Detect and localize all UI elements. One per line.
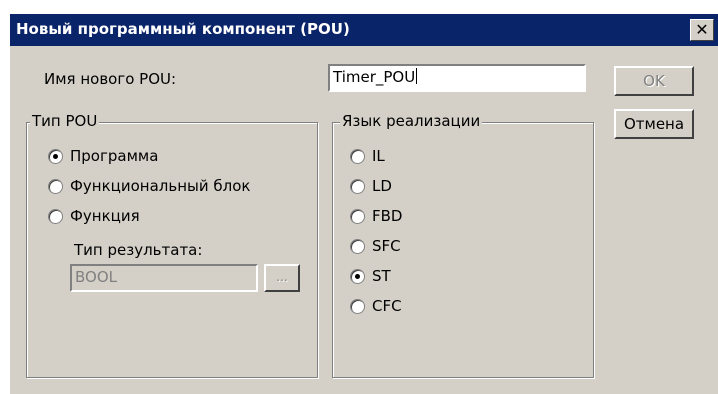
language-legend: Язык реализации xyxy=(340,112,483,130)
result-type-input: BOOL xyxy=(70,264,258,292)
radio-program-button[interactable] xyxy=(48,148,63,164)
radio-lang-fbd-label: FBD xyxy=(372,207,403,225)
radio-lang-st[interactable]: ST xyxy=(350,267,391,285)
cancel-button-label: Отмена xyxy=(623,115,685,133)
radio-function-block-button[interactable] xyxy=(48,178,63,194)
radio-lang-st-button[interactable] xyxy=(350,268,365,284)
radio-lang-il[interactable]: IL xyxy=(350,147,385,165)
radio-function-block[interactable]: Функциональный блок xyxy=(48,177,250,195)
radio-function-label: Функция xyxy=(70,207,140,225)
radio-function[interactable]: Функция xyxy=(48,207,140,225)
cancel-button[interactable]: Отмена xyxy=(614,109,694,139)
pou-name-value: Timer_POU xyxy=(333,68,416,86)
radio-lang-sfc-label: SFC xyxy=(372,237,401,255)
radio-lang-cfc-button[interactable] xyxy=(350,298,365,314)
radio-lang-sfc[interactable]: SFC xyxy=(350,237,401,255)
radio-lang-cfc[interactable]: CFC xyxy=(350,297,402,315)
radio-function-block-label: Функциональный блок xyxy=(70,177,251,195)
browse-button-label: ... xyxy=(276,270,288,284)
radio-program[interactable]: Программа xyxy=(48,147,158,165)
radio-lang-sfc-button[interactable] xyxy=(350,238,365,254)
text-caret xyxy=(416,68,418,84)
browse-button[interactable]: ... xyxy=(264,264,300,292)
title-bar: Новый программный компонент (POU) ✕ xyxy=(10,14,718,46)
pou-name-input[interactable]: Timer_POU xyxy=(328,64,586,92)
dialog-title: Новый программный компонент (POU) xyxy=(16,20,350,38)
radio-lang-fbd-button[interactable] xyxy=(350,208,365,224)
radio-lang-ld[interactable]: LD xyxy=(350,177,392,195)
close-button[interactable]: ✕ xyxy=(690,19,714,41)
radio-lang-st-label: ST xyxy=(372,267,391,285)
radio-lang-cfc-label: CFC xyxy=(372,297,402,315)
radio-function-button[interactable] xyxy=(48,208,63,224)
radio-lang-ld-label: LD xyxy=(372,177,392,195)
pou-type-legend: Тип POU xyxy=(30,112,100,130)
new-pou-dialog: Новый программный компонент (POU) ✕ Имя … xyxy=(10,14,718,394)
radio-program-label: Программа xyxy=(70,147,159,165)
close-icon: ✕ xyxy=(695,20,709,39)
radio-lang-il-button[interactable] xyxy=(350,148,365,164)
pou-name-label: Имя нового POU: xyxy=(44,70,177,88)
result-type-value: BOOL xyxy=(75,268,117,286)
ok-button-label: OK xyxy=(643,72,665,90)
ok-button[interactable]: OK xyxy=(614,66,694,96)
radio-lang-il-label: IL xyxy=(372,147,385,165)
radio-lang-ld-button[interactable] xyxy=(350,178,365,194)
radio-lang-fbd[interactable]: FBD xyxy=(350,207,402,225)
result-type-label: Тип результата: xyxy=(74,241,203,259)
